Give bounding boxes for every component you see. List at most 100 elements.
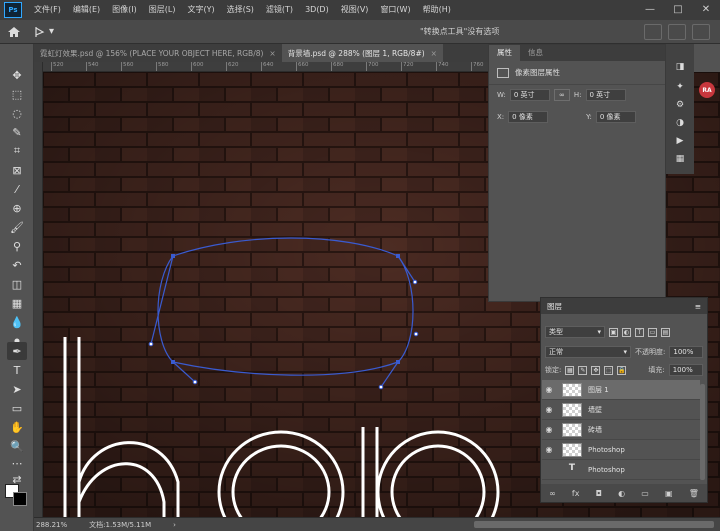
new-group-icon[interactable]: ▭ xyxy=(641,489,649,498)
blend-mode-select[interactable]: 正常 ▾ xyxy=(545,346,631,358)
adjustment-layer-icon[interactable]: ◐ xyxy=(618,489,625,498)
menu-view[interactable]: 视图(V) xyxy=(335,0,375,20)
lasso-tool-icon[interactable]: ◌ xyxy=(7,104,27,122)
adjustment-filter-icon[interactable]: ◐ xyxy=(622,327,631,337)
shape-filter-icon[interactable]: ▭ xyxy=(648,327,657,337)
zoom-level[interactable]: 288.21% xyxy=(36,521,67,529)
close-icon[interactable]: × xyxy=(269,49,275,58)
add-mask-icon[interactable]: ◘ xyxy=(596,489,602,498)
visibility-eye-icon[interactable]: ◉ xyxy=(542,405,556,414)
hand-tool-icon[interactable]: ✋ xyxy=(7,418,27,436)
visibility-eye-icon[interactable]: ◉ xyxy=(542,445,556,454)
tab-neon-effect[interactable]: 霓虹灯效果.psd @ 156% (PLACE YOUR OBJECT HERE… xyxy=(34,44,282,62)
close-window-button[interactable]: ✕ xyxy=(692,0,720,20)
learn-icon[interactable]: ◨ xyxy=(672,60,688,74)
menu-filter[interactable]: 滤镜(T) xyxy=(260,0,299,20)
minimize-button[interactable]: — xyxy=(636,0,664,20)
lock-transparency-icon[interactable]: ▦ xyxy=(565,365,575,375)
maximize-button[interactable]: □ xyxy=(664,0,692,20)
zoom-tool-icon[interactable]: 🔍 xyxy=(7,437,27,455)
tab-info[interactable]: 信息 xyxy=(520,45,551,61)
menu-help[interactable]: 帮助(H) xyxy=(417,0,457,20)
y-field[interactable]: 0 像素 xyxy=(595,111,636,123)
fill-label: 填充: xyxy=(648,366,665,374)
width-field[interactable]: 0 英寸 xyxy=(509,89,550,101)
pen-tool-icon[interactable]: ✒ xyxy=(7,342,27,360)
menu-window[interactable]: 窗口(W) xyxy=(374,0,416,20)
link-layers-icon[interactable]: ∞ xyxy=(549,489,556,498)
close-icon[interactable]: × xyxy=(431,49,437,58)
new-layer-icon[interactable]: ▣ xyxy=(665,489,673,498)
color-icon[interactable]: ◑ xyxy=(672,116,688,130)
ruler-tick: 620 xyxy=(226,62,239,71)
background-color-swatch[interactable] xyxy=(13,492,27,506)
position-row: X: 0 像素 Y: 0 像素 xyxy=(497,111,636,123)
history-brush-tool-icon[interactable]: ↶ xyxy=(7,256,27,274)
crop-tool-icon[interactable]: ⌗ xyxy=(7,142,27,160)
layer-row[interactable]: ◉ Photoshop xyxy=(542,440,700,460)
eraser-tool-icon[interactable]: ◫ xyxy=(7,275,27,293)
healing-tool-icon[interactable]: ⊕ xyxy=(7,199,27,217)
fill-field[interactable]: 100% xyxy=(668,364,703,376)
tools-panel: ✥ ⬚ ◌ ✎ ⌗ ⊠ ⁄ ⊕ 🖌 ⚲ ↶ ◫ ▦ 💧 ⚫ ✒ T ➤ ▭ ✋ … xyxy=(0,44,34,531)
menu-edit[interactable]: 编辑(E) xyxy=(67,0,106,20)
frame-tool-icon[interactable]: ⊠ xyxy=(7,161,27,179)
type-layer-icon: T xyxy=(568,462,576,473)
x-field[interactable]: 0 像素 xyxy=(508,111,549,123)
layer-row[interactable]: ◉ 墙壁 xyxy=(542,400,700,420)
ruler-tick: 700 xyxy=(366,62,379,71)
brush-tool-icon[interactable]: 🖌 xyxy=(7,218,27,236)
gradient-tool-icon[interactable]: ▦ xyxy=(7,294,27,312)
libraries-icon[interactable]: ✦ xyxy=(672,80,688,94)
link-icon[interactable]: ∞ xyxy=(553,89,570,101)
visibility-eye-icon[interactable]: ◉ xyxy=(542,385,556,394)
layers-scrollbar[interactable] xyxy=(700,384,705,480)
height-field[interactable]: 0 英寸 xyxy=(585,89,626,101)
pixel-filter-icon[interactable]: ▣ xyxy=(609,327,618,337)
menu-image[interactable]: 图像(I) xyxy=(106,0,143,20)
menu-file[interactable]: 文件(F) xyxy=(28,0,67,20)
eyedropper-tool-icon[interactable]: ⁄ xyxy=(7,180,27,198)
avatar[interactable]: RA xyxy=(699,82,715,98)
lock-artboard-icon[interactable]: ⬚ xyxy=(604,365,614,375)
path-select-tool-icon[interactable]: ➤ xyxy=(7,380,27,398)
rectangle-tool-icon[interactable]: ▭ xyxy=(7,399,27,417)
layer-filter-row: 类型 ▾ ▣ ◐ T ▭ ▤ xyxy=(545,326,670,338)
search-icon[interactable] xyxy=(644,24,662,40)
blur-tool-icon[interactable]: 💧 xyxy=(7,313,27,331)
visibility-eye-icon[interactable]: ◉ xyxy=(542,425,556,434)
layer-row[interactable]: ◉ 砖墙 xyxy=(542,420,700,440)
marquee-tool-icon[interactable]: ⬚ xyxy=(7,85,27,103)
lock-pixels-icon[interactable]: ✎ xyxy=(578,365,588,375)
menu-type[interactable]: 文字(Y) xyxy=(181,0,220,20)
workspace-icon[interactable] xyxy=(668,24,686,40)
type-tool-icon[interactable]: T xyxy=(7,361,27,379)
menu-3d[interactable]: 3D(D) xyxy=(299,0,335,20)
clone-stamp-tool-icon[interactable]: ⚲ xyxy=(7,237,27,255)
adjustments-icon[interactable]: ⚙ xyxy=(672,98,688,112)
layer-row[interactable]: T Photoshop xyxy=(542,460,700,480)
menu-layer[interactable]: 图层(L) xyxy=(143,0,182,20)
lock-all-icon[interactable]: 🔒 xyxy=(617,365,627,375)
quick-select-tool-icon[interactable]: ✎ xyxy=(7,123,27,141)
share-icon[interactable] xyxy=(692,24,710,40)
delete-layer-icon[interactable]: 🗑 xyxy=(689,489,699,498)
swatches-icon[interactable]: ▦ xyxy=(672,152,688,166)
smart-object-filter-icon[interactable]: ▤ xyxy=(661,327,670,337)
layer-row[interactable]: ◉ 图层 1 xyxy=(542,380,700,400)
tab-properties[interactable]: 属性 xyxy=(489,45,520,61)
move-tool-icon[interactable]: ✥ xyxy=(7,66,27,84)
home-button[interactable] xyxy=(0,20,28,44)
opacity-field[interactable]: 100% xyxy=(669,346,704,358)
tool-preset-picker[interactable]: ▾ xyxy=(34,26,54,38)
horizontal-scrollbar[interactable] xyxy=(474,521,714,528)
layer-filter-select[interactable]: 类型 ▾ xyxy=(545,326,605,338)
type-filter-icon[interactable]: T xyxy=(635,327,644,337)
menu-select[interactable]: 选择(S) xyxy=(221,0,260,20)
actions-icon[interactable]: ▶ xyxy=(672,134,688,148)
panel-menu-icon[interactable]: ≡ xyxy=(695,302,701,311)
status-menu-arrow[interactable]: › xyxy=(173,521,176,529)
lock-position-icon[interactable]: ✥ xyxy=(591,365,601,375)
tab-background-wall[interactable]: 背景墙.psd @ 288% (图层 1, RGB/8#) × xyxy=(281,44,443,62)
layer-style-icon[interactable]: fx xyxy=(572,489,580,498)
